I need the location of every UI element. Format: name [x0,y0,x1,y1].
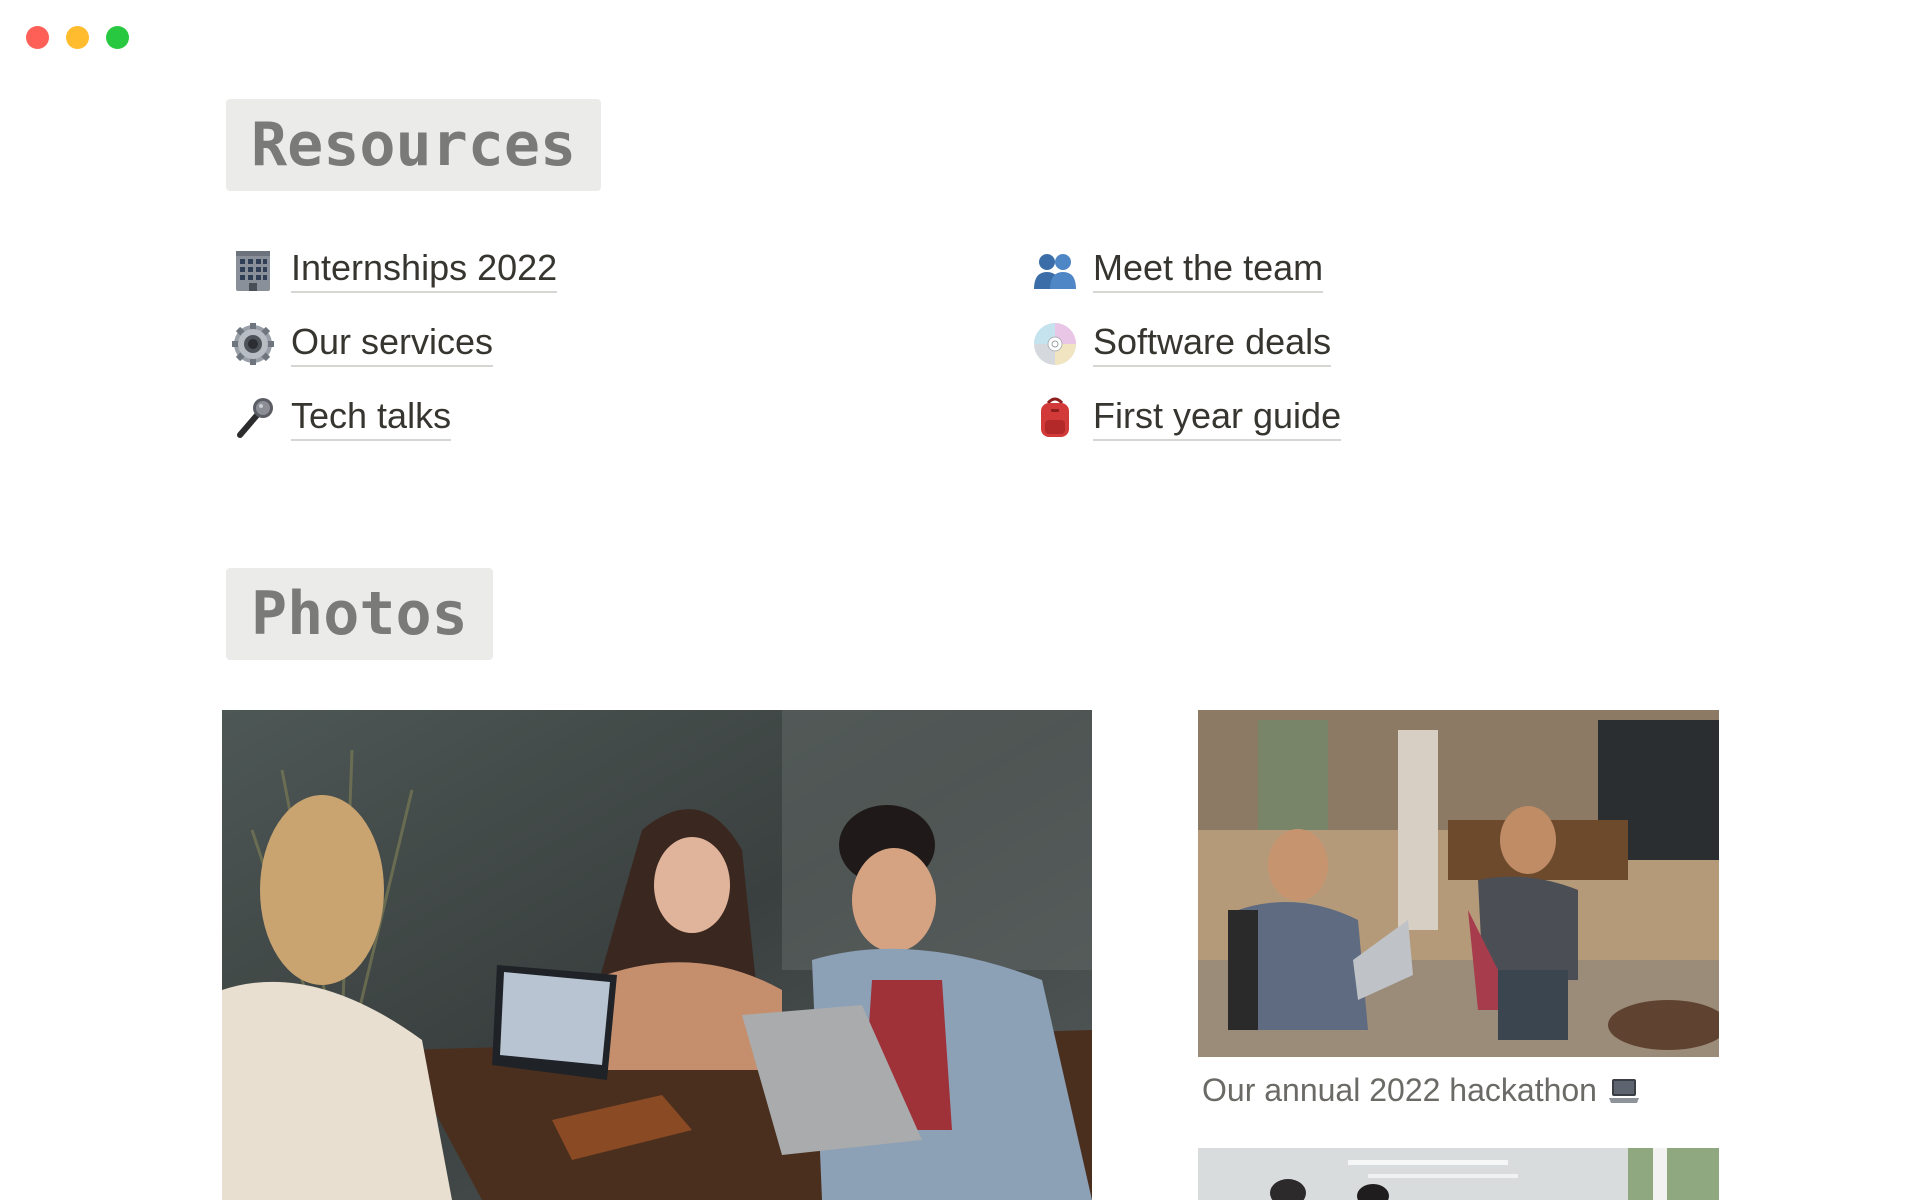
office-photo[interactable] [1198,1148,1719,1200]
link-our-services[interactable]: Our services [230,314,494,374]
gear-icon [232,323,274,365]
link-meet-the-team[interactable]: Meet the team [1032,240,1324,300]
link-internships-2022[interactable]: Internships 2022 [230,240,558,300]
photo-image [1198,710,1719,1057]
link-tech-talks[interactable]: Tech talks [230,388,452,448]
photo-image [1198,1148,1719,1200]
minimize-icon[interactable] [66,26,89,49]
photo-image [222,710,1092,1200]
backpack-icon [1041,397,1069,437]
link-software-deals[interactable]: Software deals [1032,314,1332,374]
close-icon[interactable] [26,26,49,49]
office-building-icon [236,251,270,291]
link-label[interactable]: Software deals [1093,321,1332,367]
resources-heading: Resources [226,99,602,191]
link-label[interactable]: Internships 2022 [291,247,558,293]
photos-heading: Photos [226,568,493,660]
window-controls [26,26,129,49]
maximize-icon[interactable] [106,26,129,49]
link-label[interactable]: First year guide [1093,395,1342,441]
link-label[interactable]: Tech talks [291,395,452,441]
link-first-year-guide[interactable]: First year guide [1032,388,1342,448]
caption-text: Our annual 2022 hackathon [1202,1072,1597,1108]
hackathon-caption: Our annual 2022 hackathon [1202,1072,1641,1109]
cd-disc-icon [1034,323,1076,365]
students-with-laptops-photo[interactable] [222,710,1092,1200]
hackathon-photo[interactable] [1198,710,1719,1057]
link-label[interactable]: Meet the team [1093,247,1324,293]
people-silhouette-icon [1034,254,1076,289]
laptop-icon [1608,1078,1639,1103]
microphone-icon [237,398,273,438]
link-label[interactable]: Our services [291,321,494,367]
